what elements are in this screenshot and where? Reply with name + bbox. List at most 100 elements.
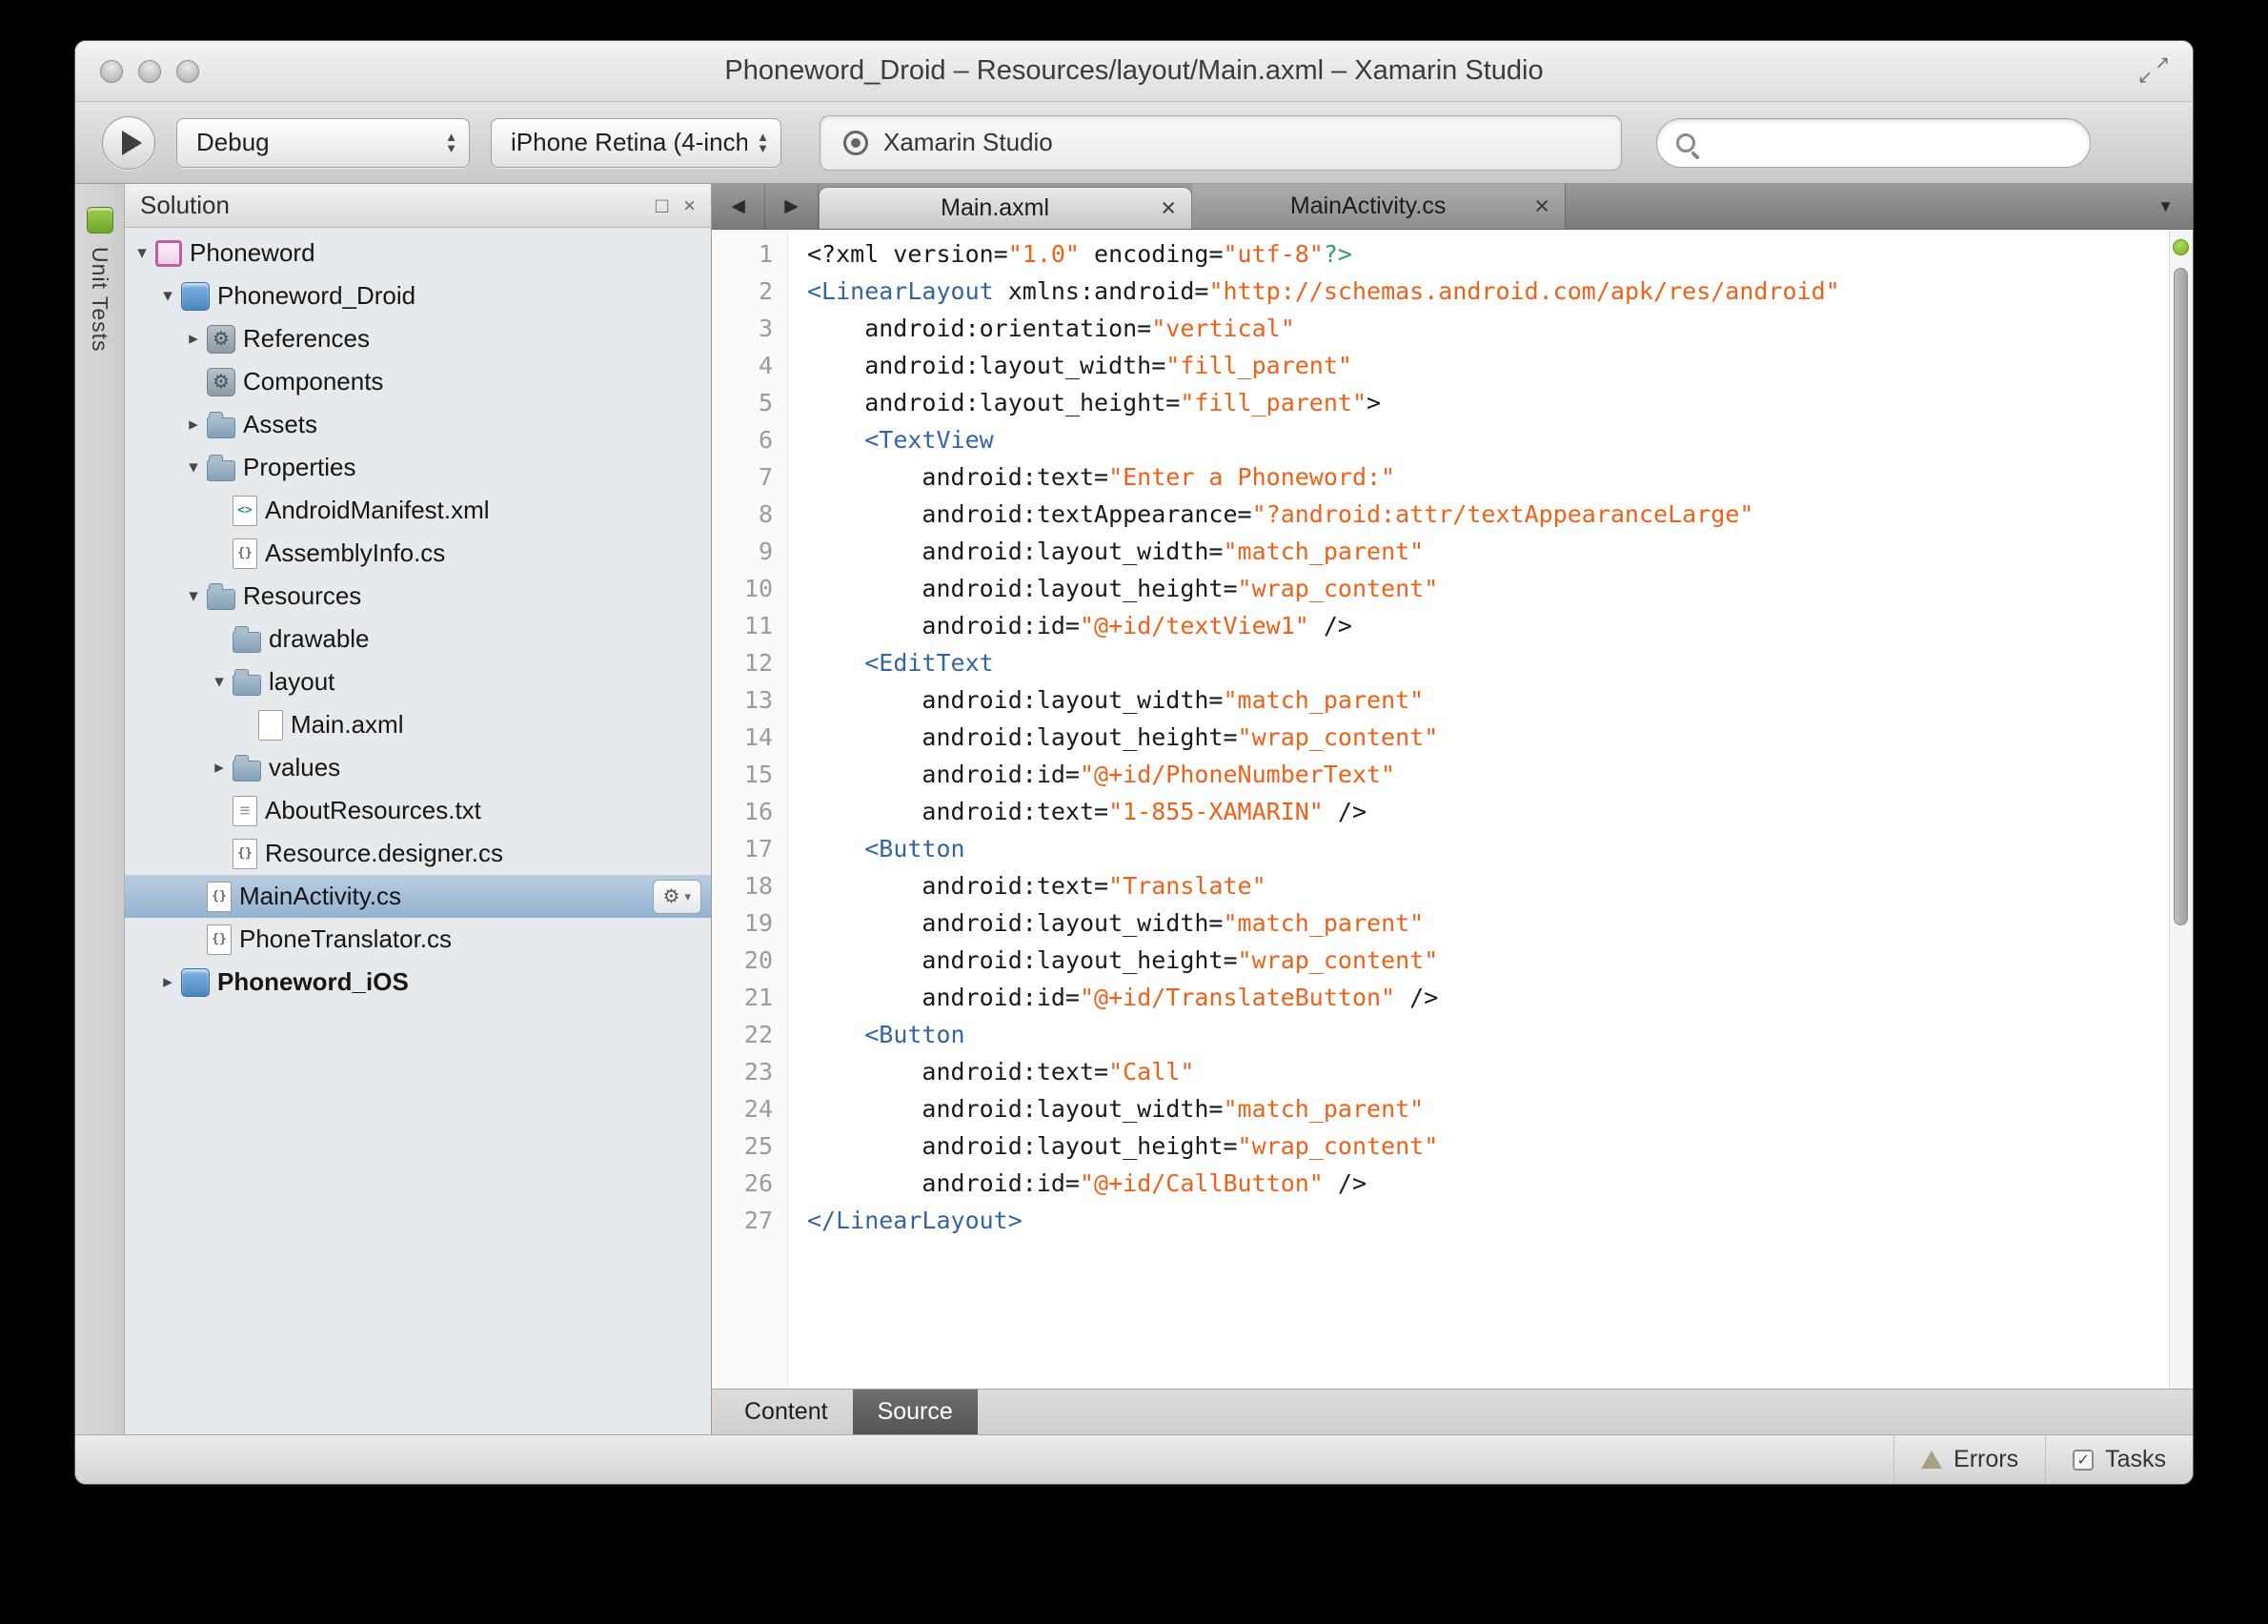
search-input[interactable] bbox=[1709, 128, 2071, 157]
tree-item-aboutresources-txt[interactable]: AboutResources.txt bbox=[125, 789, 711, 832]
run-button[interactable] bbox=[102, 115, 155, 170]
references-icon bbox=[207, 324, 235, 354]
tree-item-label: drawable bbox=[269, 624, 370, 653]
code-line: 9 android:layout_width="match_parent" bbox=[712, 533, 2193, 570]
code-text: android:orientation="vertical" bbox=[807, 315, 1295, 342]
code-text: android:layout_width="match_parent" bbox=[807, 538, 1425, 565]
expander-icon[interactable]: ▾ bbox=[206, 671, 233, 693]
minimize-button[interactable] bbox=[138, 59, 161, 83]
expander-icon[interactable]: ▾ bbox=[129, 242, 155, 264]
tree-item-resource-designer-cs[interactable]: Resource.designer.cs bbox=[125, 832, 711, 875]
code-line: 5 android:layout_height="fill_parent"> bbox=[712, 384, 2193, 421]
unit-tests-pad-tab[interactable]: Unit Tests bbox=[87, 247, 112, 353]
code-line: 13 android:layout_width="match_parent" bbox=[712, 681, 2193, 719]
tree-item-properties[interactable]: ▾ Properties bbox=[125, 446, 711, 489]
tree-item-values[interactable]: ▸ values bbox=[125, 746, 711, 789]
chevron-down-icon: ▼ bbox=[2157, 196, 2174, 215]
navigate-forward-button[interactable]: ▶ bbox=[765, 184, 819, 229]
tree-item-drawable[interactable]: drawable bbox=[125, 618, 711, 660]
tab-main-axml[interactable]: Main.axml × bbox=[819, 187, 1192, 229]
item-options-button[interactable]: ⚙ ▾ bbox=[652, 879, 701, 914]
expander-icon[interactable]: ▾ bbox=[180, 457, 207, 478]
tree-item-label: Phoneword_iOS bbox=[217, 967, 409, 996]
expander-icon[interactable]: ▾ bbox=[180, 585, 207, 607]
tree-item-references[interactable]: ▸ References bbox=[125, 317, 711, 360]
tree-item-resources[interactable]: ▾ Resources bbox=[125, 575, 711, 618]
tree-item-components[interactable]: Components bbox=[125, 360, 711, 403]
code-text: android:text="1-855-XAMARIN" /> bbox=[807, 798, 1367, 825]
project-icon bbox=[181, 281, 210, 311]
scrollbar[interactable] bbox=[2169, 230, 2193, 1389]
code-text: android:id="@+id/CallButton" /> bbox=[807, 1169, 1367, 1197]
pad-dock-icon[interactable]: □ bbox=[656, 194, 668, 216]
device-dropdown[interactable]: iPhone Retina (4-inch ▲ ▼ bbox=[491, 117, 781, 168]
code-text: android:layout_height="wrap_content" bbox=[807, 575, 1439, 602]
stepper-icon: ▲ ▼ bbox=[757, 131, 769, 154]
status-bar: Xamarin Studio bbox=[820, 114, 1622, 171]
code-line: 8 android:textAppearance="?android:attr/… bbox=[712, 496, 2193, 533]
tree-item-label: Resources bbox=[243, 581, 362, 610]
pad-close-icon[interactable]: × bbox=[683, 194, 696, 216]
tree-item-phoneword[interactable]: ▾ Phoneword bbox=[125, 232, 711, 274]
tree-item-layout[interactable]: ▾ layout bbox=[125, 660, 711, 703]
stepper-down-icon: ▼ bbox=[445, 140, 457, 155]
tree-item-label: MainActivity.cs bbox=[239, 882, 401, 910]
close-button[interactable] bbox=[100, 59, 123, 83]
code-text: android:id="@+id/PhoneNumberText" bbox=[807, 761, 1396, 788]
tree-item-assets[interactable]: ▸ Assets bbox=[125, 403, 711, 446]
code-editor[interactable]: 1 <?xml version="1.0" encoding="utf-8"?> 2… bbox=[712, 230, 2193, 1389]
navigate-back-button[interactable]: ◀ bbox=[712, 184, 765, 229]
arrow-sw-icon: ↙ bbox=[2137, 68, 2153, 88]
tab-overflow-button[interactable]: ▼ bbox=[2138, 184, 2193, 229]
tree-item-phonetranslator-cs[interactable]: PhoneTranslator.cs bbox=[125, 918, 711, 961]
device-label: iPhone Retina (4-inch bbox=[511, 128, 748, 156]
configuration-dropdown[interactable]: Debug ▲ ▼ bbox=[176, 117, 470, 168]
checkmark-icon: ✓ bbox=[2073, 1449, 2095, 1471]
tree-item-phoneword-ios[interactable]: ▸ Phoneword_iOS bbox=[125, 961, 711, 1004]
code-line: 3 android:orientation="vertical" bbox=[712, 310, 2193, 347]
main-area: Unit Tests Solution □ × ▾ Phoneword ▾ Phone… bbox=[75, 184, 2193, 1434]
tree-item-main-axml[interactable]: Main.axml bbox=[125, 703, 711, 746]
window-controls bbox=[100, 59, 199, 83]
zoom-button[interactable] bbox=[176, 59, 199, 83]
errors-button[interactable]: Errors bbox=[1893, 1435, 2045, 1484]
solution-tree: ▾ Phoneword ▾ Phoneword_Droid ▸ References Com… bbox=[125, 228, 711, 1434]
folder-icon bbox=[233, 754, 261, 782]
tree-item-androidmanifest-xml[interactable]: AndroidManifest.xml bbox=[125, 489, 711, 532]
pad-dock-strip: Unit Tests bbox=[75, 184, 125, 1434]
scrollbar-thumb[interactable] bbox=[2174, 268, 2188, 925]
tab-close-icon[interactable]: × bbox=[1161, 195, 1176, 221]
view-tab-content[interactable]: Content bbox=[719, 1390, 853, 1434]
expander-icon[interactable]: ▸ bbox=[180, 414, 207, 436]
tree-item-mainactivity-cs[interactable]: MainActivity.cs ⚙▾ bbox=[125, 875, 711, 918]
tasks-button[interactable]: ✓ Tasks bbox=[2045, 1435, 2193, 1484]
line-number: 16 bbox=[743, 798, 773, 825]
expander-icon[interactable]: ▸ bbox=[180, 328, 207, 350]
code-text: android:layout_width="match_parent" bbox=[807, 1095, 1425, 1123]
chevron-down-icon: ▾ bbox=[684, 889, 691, 903]
unit-tests-icon bbox=[86, 207, 113, 233]
tree-item-label: Phoneword bbox=[190, 238, 315, 267]
window-title: Phoneword_Droid – Resources/layout/Main.… bbox=[724, 55, 1544, 86]
target-icon bbox=[843, 130, 868, 155]
tab-close-icon[interactable]: × bbox=[1534, 193, 1549, 219]
line-number: 17 bbox=[743, 835, 773, 863]
expander-icon[interactable]: ▸ bbox=[154, 971, 181, 993]
xml-icon bbox=[233, 495, 257, 526]
code-text: android:text="Enter a Phoneword:" bbox=[807, 463, 1396, 491]
search-field[interactable] bbox=[1656, 117, 2091, 168]
solution-pad-title: Solution bbox=[140, 191, 230, 219]
view-tab-source[interactable]: Source bbox=[852, 1390, 978, 1434]
code-text: android:textAppearance="?android:attr/te… bbox=[807, 500, 1754, 528]
tree-item-phoneword-droid[interactable]: ▾ Phoneword_Droid bbox=[125, 274, 711, 317]
tree-item-assemblyinfo-cs[interactable]: AssemblyInfo.cs bbox=[125, 532, 711, 575]
code-text: <Button bbox=[864, 835, 965, 863]
expander-icon[interactable]: ▸ bbox=[206, 757, 233, 779]
tasks-label: Tasks bbox=[2105, 1446, 2166, 1472]
expander-icon[interactable]: ▾ bbox=[154, 285, 181, 307]
line-number: 7 bbox=[758, 463, 773, 491]
fullscreen-icon[interactable]: ↗ ↙ bbox=[2137, 54, 2170, 87]
code-line: 22 <Button bbox=[712, 1016, 2193, 1053]
tab-mainactivity-cs[interactable]: MainActivity.cs × bbox=[1192, 184, 1566, 229]
code-line: 19 android:layout_width="match_parent" bbox=[712, 904, 2193, 942]
